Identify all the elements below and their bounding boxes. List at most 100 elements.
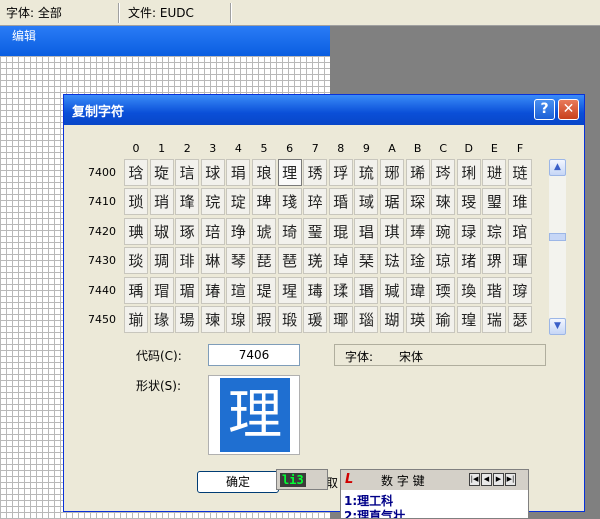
character-cell[interactable]: 琈 (328, 159, 353, 186)
help-button[interactable]: ? (534, 99, 555, 120)
character-cell[interactable]: 琖 (277, 188, 302, 216)
character-cell[interactable]: 琝 (456, 188, 481, 216)
ime-candidate[interactable]: 2:理直气壮 (344, 507, 405, 518)
character-cell[interactable]: 瑐 (124, 306, 148, 333)
grid-scrollbar[interactable]: ▲ ▼ (549, 159, 566, 335)
character-cell[interactable]: 琮 (482, 217, 507, 245)
character-cell[interactable]: 瑁 (149, 276, 174, 304)
character-cell[interactable]: 琗 (303, 188, 328, 216)
character-cell[interactable]: 瑀 (124, 276, 148, 304)
character-cell[interactable]: 琂 (175, 159, 200, 186)
character-cell[interactable]: 琧 (303, 217, 328, 245)
character-cell[interactable]: 琹 (354, 247, 379, 275)
character-cell[interactable]: 琟 (508, 188, 532, 216)
character-cell[interactable]: 瑘 (328, 306, 353, 333)
character-cell[interactable]: 琼 (431, 247, 456, 275)
character-cell[interactable]: 琭 (456, 217, 481, 245)
character-cell[interactable]: 琔 (226, 188, 251, 216)
dialog-title-bar[interactable]: 复制字符 ? ✕ (64, 95, 584, 125)
character-cell[interactable]: 瑅 (252, 276, 276, 304)
character-cell[interactable]: 琎 (482, 159, 507, 186)
character-cell[interactable]: 瑚 (380, 306, 404, 333)
character-cell[interactable]: 理 (277, 159, 302, 186)
ime-next-page-button[interactable]: ▶ (493, 473, 504, 486)
ime-prev-page-button[interactable]: ◀ (481, 473, 492, 486)
character-cell[interactable]: 瑃 (200, 276, 225, 304)
character-cell[interactable]: 琰 (124, 247, 148, 275)
character-cell[interactable]: 瑈 (328, 276, 353, 304)
character-cell[interactable]: 琉 (354, 159, 379, 186)
character-cell[interactable]: 琡 (149, 217, 174, 245)
character-cell[interactable]: 瑔 (226, 306, 251, 333)
character-cell[interactable]: 瑜 (431, 306, 456, 333)
character-cell[interactable]: 琥 (252, 217, 276, 245)
character-cell[interactable]: 瑋 (405, 276, 430, 304)
code-field[interactable]: 7406 (208, 344, 300, 366)
character-cell[interactable]: 琺 (380, 247, 404, 275)
character-cell[interactable]: 琻 (405, 247, 430, 275)
character-cell[interactable]: 瑓 (200, 306, 225, 333)
character-cell[interactable]: 琜 (431, 188, 456, 216)
character-cell[interactable]: 琚 (380, 188, 404, 216)
character-cell[interactable]: 琯 (508, 217, 532, 245)
character-cell[interactable]: 瑄 (226, 276, 251, 304)
shape-preview[interactable]: 理 (208, 375, 300, 455)
character-cell[interactable]: 琸 (328, 247, 353, 275)
character-cell[interactable]: 瑑 (149, 306, 174, 333)
character-cell[interactable]: 瑇 (303, 276, 328, 304)
character-cell[interactable]: 琫 (405, 217, 430, 245)
character-cell[interactable]: 瑖 (277, 306, 302, 333)
character-cell[interactable]: 琁 (149, 159, 174, 186)
edit-window-title[interactable]: 编辑 (0, 26, 330, 56)
character-cell[interactable]: 琅 (252, 159, 276, 186)
ime-first-page-button[interactable]: |◀ (469, 473, 480, 486)
character-cell[interactable]: 琾 (482, 247, 507, 275)
character-cell[interactable]: 琽 (456, 247, 481, 275)
character-cell[interactable]: 瑝 (456, 306, 481, 333)
character-cell[interactable]: 瑉 (354, 276, 379, 304)
character-cell[interactable]: 瑏 (508, 276, 532, 304)
character-cell[interactable]: 瑛 (405, 306, 430, 333)
character-cell[interactable]: 瑒 (175, 306, 200, 333)
character-cell[interactable]: 琛 (405, 188, 430, 216)
character-cell[interactable]: 琐 (124, 188, 148, 216)
character-cell[interactable]: 瑞 (482, 306, 507, 333)
character-cell[interactable]: 琙 (354, 188, 379, 216)
character-cell[interactable]: 瑌 (431, 276, 456, 304)
character-cell[interactable]: 琿 (508, 247, 532, 275)
character-cell[interactable]: 瑎 (482, 276, 507, 304)
character-cell[interactable]: 琲 (175, 247, 200, 275)
character-cell[interactable]: 琩 (354, 217, 379, 245)
character-cell[interactable]: 瑟 (508, 306, 532, 333)
character-cell[interactable]: 琵 (252, 247, 276, 275)
character-cell[interactable]: 琦 (277, 217, 302, 245)
character-cell[interactable]: 琶 (277, 247, 302, 275)
ok-button[interactable]: 确定 (197, 471, 279, 493)
character-cell[interactable]: 瑙 (354, 306, 379, 333)
character-cell[interactable]: 琠 (124, 217, 148, 245)
character-cell[interactable]: 琱 (149, 247, 174, 275)
character-cell[interactable]: 琓 (200, 188, 225, 216)
character-cell[interactable]: 瑕 (252, 306, 276, 333)
character-cell[interactable]: 琣 (200, 217, 225, 245)
character-cell[interactable]: 瑗 (303, 306, 328, 333)
character-cell[interactable]: 琢 (175, 217, 200, 245)
character-cell[interactable]: 琒 (175, 188, 200, 216)
character-cell[interactable]: 琀 (124, 159, 148, 186)
scroll-up-button[interactable]: ▲ (549, 159, 566, 176)
character-cell[interactable]: 琘 (328, 188, 353, 216)
scroll-thumb[interactable] (549, 233, 566, 241)
character-cell[interactable]: 琕 (252, 188, 276, 216)
character-cell[interactable]: 球 (200, 159, 225, 186)
character-cell[interactable]: 琪 (380, 217, 404, 245)
character-cell[interactable]: 琤 (226, 217, 251, 245)
close-button[interactable]: ✕ (558, 99, 579, 120)
character-cell[interactable]: 琬 (431, 217, 456, 245)
character-cell[interactable]: 琊 (380, 159, 404, 186)
character-cell[interactable]: 瑆 (277, 276, 302, 304)
character-cell[interactable]: 瑂 (175, 276, 200, 304)
character-cell[interactable]: 琍 (456, 159, 481, 186)
character-cell[interactable]: 琷 (303, 247, 328, 275)
character-cell[interactable]: 琳 (200, 247, 225, 275)
character-cell[interactable]: 琋 (405, 159, 430, 186)
